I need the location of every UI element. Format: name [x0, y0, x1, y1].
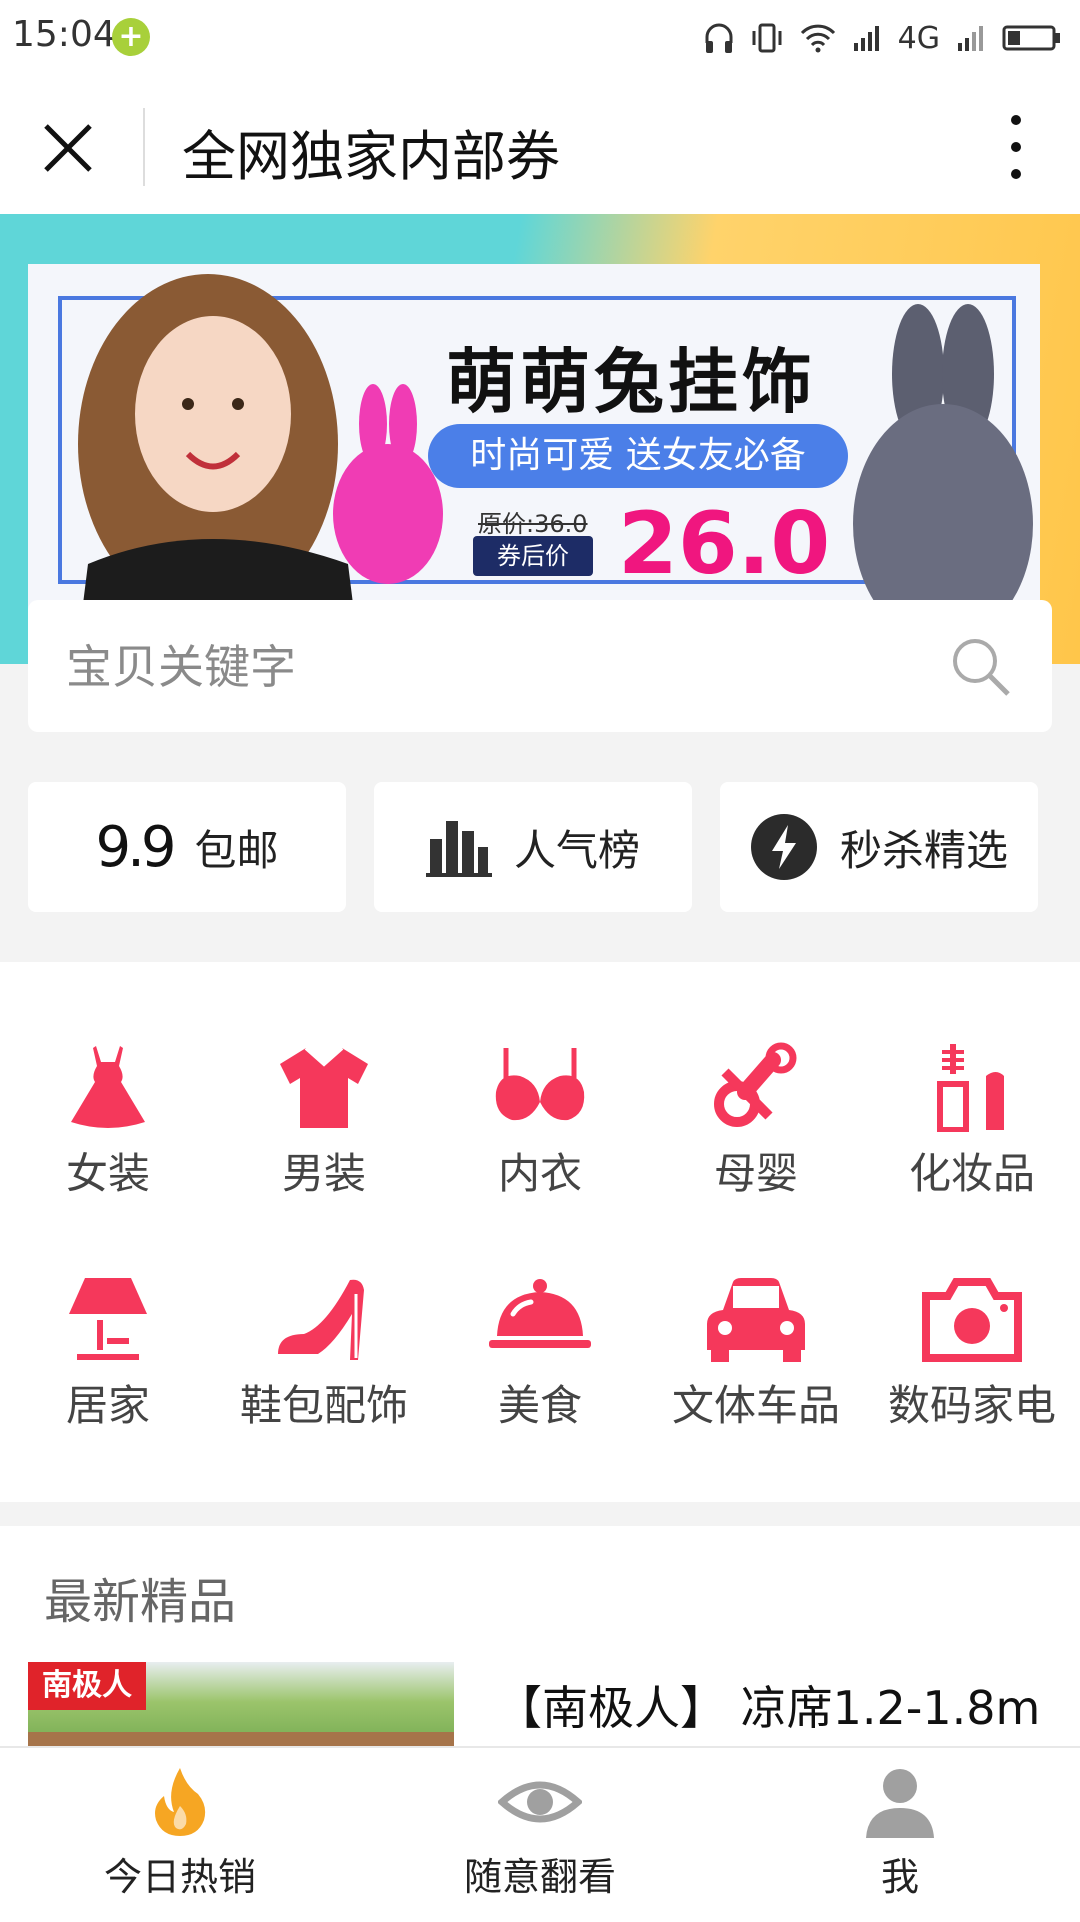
gray-rabbit-image [853, 304, 1033, 644]
headphones-icon [705, 23, 733, 53]
user-icon [866, 1769, 934, 1838]
brand-logo: 南极人 [28, 1662, 146, 1710]
nav-me[interactable]: 我 [720, 1748, 1080, 1922]
banner-subtitle: 时尚可爱 送女友必备 [428, 424, 848, 488]
banner-price: 26.0 [618, 494, 831, 594]
tshirt-icon [280, 1046, 368, 1128]
signal-icon-2 [958, 26, 983, 51]
nav-browse[interactable]: 随意翻看 [360, 1748, 720, 1922]
category-label: 鞋包配饰 [239, 1381, 408, 1430]
category-label: 居家 [65, 1381, 150, 1430]
category-label: 美食 [497, 1381, 582, 1430]
nine-nine-icon: 9.9 [95, 814, 176, 880]
category-men[interactable]: 男装 [216, 1042, 432, 1201]
category-baby[interactable]: 母婴 [648, 1042, 864, 1201]
category-grid: 女装 男装 内衣 母婴 化妆品 居家 鞋包配饰 美食 文体车品 数码家电 [0, 962, 1080, 1502]
category-label: 母婴 [713, 1149, 798, 1198]
bottom-nav: 今日热销 随意翻看 我 [0, 1746, 1080, 1922]
lightning-icon [750, 814, 817, 880]
category-label: 女装 [65, 1149, 150, 1198]
car-icon [707, 1278, 805, 1362]
category-label: 内衣 [497, 1149, 582, 1198]
nav-label: 随意翻看 [463, 1855, 616, 1899]
quick-link-free-shipping[interactable]: 9.9 包邮 [28, 782, 346, 912]
title-bar: 全网独家内部券 [0, 80, 1080, 214]
banner-after-coupon-label: 券后价 [473, 536, 593, 576]
product-name[interactable]: 【南极人】 凉席1.2-1.8m [496, 1672, 1040, 1738]
bar-chart-icon [425, 821, 492, 877]
category-home[interactable]: 居家 [0, 1274, 216, 1433]
section-divider [0, 1502, 1080, 1526]
cosmetics-icon [937, 1044, 1004, 1132]
category-label: 文体车品 [671, 1381, 840, 1430]
page-title: 全网独家内部券 [182, 125, 560, 188]
category-shoes-bags[interactable]: 鞋包配饰 [216, 1274, 432, 1433]
status-icons: 4G [704, 16, 1062, 60]
status-bar: 15:04 + 4G [0, 0, 1080, 80]
bra-icon [495, 1048, 585, 1121]
network-type: 4G [897, 20, 940, 56]
dress-icon [71, 1046, 145, 1128]
pacifier-icon [714, 1042, 797, 1127]
pink-rabbit-image [333, 384, 443, 584]
category-sports-auto[interactable]: 文体车品 [648, 1274, 864, 1433]
title-divider [143, 108, 145, 186]
status-time: 15:04 [12, 14, 116, 55]
search-icon[interactable] [948, 634, 1014, 700]
latest-section: 最新精品 南极人 【南极人】 凉席1.2-1.8m [0, 1526, 1080, 1746]
food-cloche-icon [489, 1279, 591, 1348]
category-women[interactable]: 女装 [0, 1042, 216, 1201]
section-title: 最新精品 [44, 1574, 237, 1630]
more-menu-icon[interactable] [1004, 110, 1028, 184]
product-image-fence [28, 1732, 454, 1746]
category-electronics[interactable]: 数码家电 [864, 1274, 1080, 1433]
product-image[interactable]: 南极人 [28, 1662, 454, 1746]
quick-link-label: 包邮 [194, 825, 279, 875]
promo-banner[interactable]: 萌萌兔挂饰 时尚可爱 送女友必备 原价:36.0 券后价 26.0 [0, 214, 1080, 664]
wifi-icon [800, 24, 835, 53]
nav-today-hot[interactable]: 今日热销 [0, 1748, 360, 1922]
category-cosmetics[interactable]: 化妆品 [864, 1042, 1080, 1201]
flame-icon [155, 1768, 206, 1836]
nav-label: 我 [880, 1855, 919, 1899]
banner-title: 萌萌兔挂饰 [446, 341, 816, 423]
quick-link-label: 人气榜 [513, 825, 640, 875]
signal-icon [853, 26, 879, 51]
category-label: 化妆品 [908, 1149, 1035, 1198]
category-underwear[interactable]: 内衣 [432, 1042, 648, 1201]
category-food[interactable]: 美食 [432, 1274, 648, 1433]
category-label: 数码家电 [887, 1381, 1056, 1430]
quick-link-flash-sale[interactable]: 秒杀精选 [720, 782, 1038, 912]
eye-icon [498, 1781, 582, 1823]
banner-card: 萌萌兔挂饰 时尚可爱 送女友必备 原价:36.0 券后价 26.0 [28, 264, 1040, 644]
quick-link-popular[interactable]: 人气榜 [374, 782, 692, 912]
lamp-icon [69, 1278, 147, 1360]
banner-original-price: 原价:36.0 [478, 510, 588, 538]
high-heel-icon [278, 1279, 364, 1360]
quick-link-label: 秒杀精选 [839, 825, 1008, 875]
category-label: 男装 [281, 1149, 366, 1198]
search-input[interactable] [64, 630, 888, 704]
camera-icon [922, 1278, 1022, 1362]
battery-icon [1002, 25, 1060, 51]
nav-label: 今日热销 [103, 1855, 256, 1899]
close-icon[interactable] [40, 120, 96, 176]
notification-badge-icon: + [112, 18, 150, 56]
vibrate-icon [752, 23, 782, 53]
search-bar[interactable] [28, 600, 1052, 732]
